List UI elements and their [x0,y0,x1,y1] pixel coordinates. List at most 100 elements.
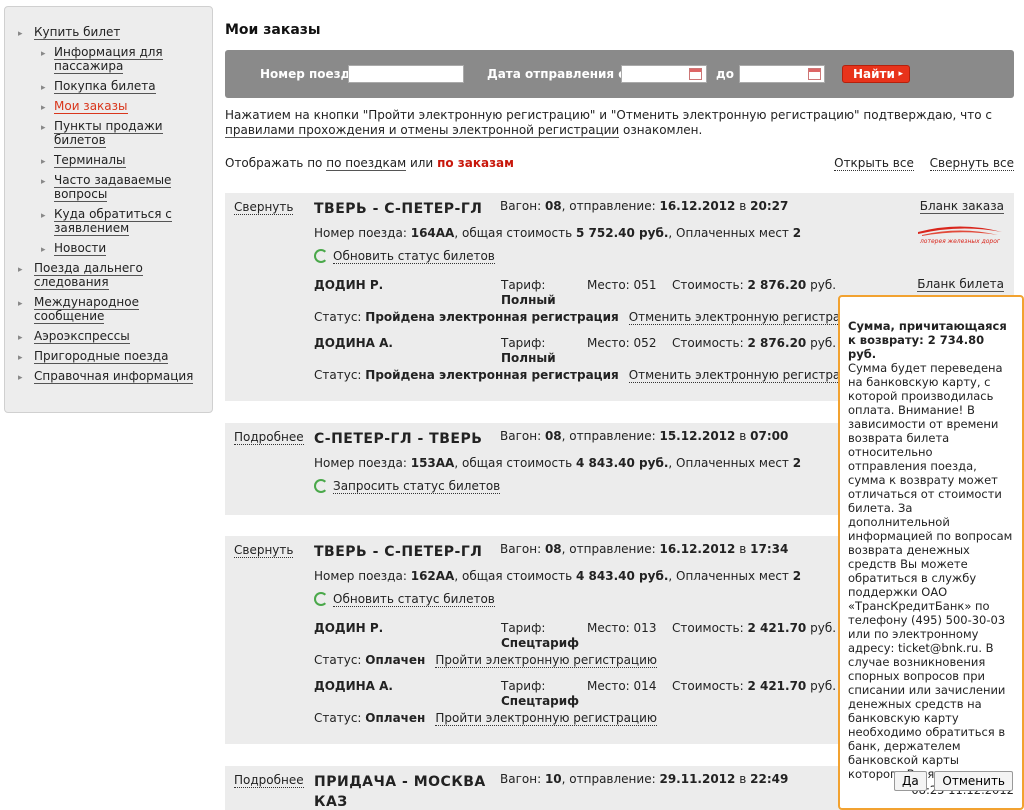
sidebar-item-international[interactable]: ▸ Международное сообщение [5,295,212,324]
filter-by-trips-link[interactable]: по поездкам [326,156,407,171]
cost-label: Стоимость: [672,679,744,693]
chevron-right-icon: ▸ [18,333,23,343]
yes-button[interactable]: Да [894,771,927,791]
departure-label: , отправление: [561,542,656,556]
cancel-registration-link[interactable]: Отменить электронную регистрацию [628,368,867,383]
expand-toggle[interactable]: Подробнее [234,773,304,788]
sidebar-nav: ▸ Купить билет ▸ Информация для пассажира… [4,6,213,413]
train-number-label: Номер поезда: [314,226,407,240]
train-number-input[interactable] [348,65,464,83]
seat-value: 052 [633,336,657,350]
sidebar-subitem-complaints[interactable]: ▸ Куда обратиться с заявлением [5,207,205,236]
departure-time: 07:00 [750,429,789,443]
calendar-icon[interactable] [689,68,702,80]
order-wagon-info: Вагон: 08, отправление: 15.12.2012 в 07:… [500,429,788,443]
status-value: Пройдена электронная регистрация [365,368,619,382]
status-label: Статус: [314,368,362,382]
tariff-info: Тариф: Полный [501,278,556,308]
notice-text: Нажатием на кнопки "Пройти электронную р… [225,108,992,122]
order-wagon-info: Вагон: 10, отправление: 29.11.2012 в 22:… [500,772,788,786]
paid-seats-value: 2 [792,569,802,583]
sidebar-item-label: Международное сообщение [34,295,139,324]
collapse-toggle[interactable]: Свернуть [234,543,294,558]
calendar-icon[interactable] [808,68,821,80]
refresh-status-button[interactable]: Обновить статус билетов [314,249,495,264]
rules-link[interactable]: правилами прохождения и отмены электронн… [225,123,620,138]
seat-value: 013 [633,621,657,635]
cancel-registration-link[interactable]: Отменить электронную регистрацию [628,310,867,325]
chevron-right-icon: ▸ [18,29,23,39]
wagon-label: Вагон: [500,199,542,213]
status-value: Оплачен [365,711,426,725]
sidebar-item-buy-ticket[interactable]: ▸ Купить билет [5,25,212,40]
cost-value: 2 876.20 [747,278,807,292]
passenger-name: ДОДИНА А. [314,336,393,350]
find-button[interactable]: Найти ▸ [842,65,910,83]
logo-text: лотерея железных дорог [919,238,1001,245]
train-line: Номер поезда: 162АА, общая стоимость 4 8… [314,569,801,583]
passenger-name: ДОДИНА А. [314,679,393,693]
refresh-status-button[interactable]: Обновить статус билетов [314,592,495,607]
sidebar-item-suburban[interactable]: ▸ Пригородные поезда [5,349,212,364]
refund-amount-heading: Сумма, причитающаяся к возврату: 2 734.8… [848,319,1007,361]
cancel-button[interactable]: Отменить [934,771,1013,791]
wagon-label: Вагон: [500,542,542,556]
sidebar-subitem-sale-points[interactable]: ▸ Пункты продажи билетов [5,119,205,148]
chevron-right-icon: ▸ [41,83,46,93]
sidebar-subitem-label: Пункты продажи билетов [54,119,163,148]
chevron-right-icon: ▸ [41,157,46,167]
open-all-link[interactable]: Открыть все [834,156,914,171]
sidebar-subitem-faq[interactable]: ▸ Часто задаваемые вопросы [5,173,205,202]
chevron-right-icon: ▸ [18,265,23,275]
sidebar-subitem-my-orders[interactable]: ▸ Мои заказы [5,99,205,114]
dialog-buttons: Да Отменить [890,771,1013,791]
cost-label: Стоимость: [672,336,744,350]
sidebar-item-long-distance[interactable]: ▸ Поезда дальнего следования [5,261,212,290]
chevron-right-icon: ▸ [41,177,46,187]
collapse-toggle[interactable]: Свернуть [234,200,294,215]
collapse-all-link[interactable]: Свернуть все [929,156,1014,171]
sidebar-subitem-passenger-info[interactable]: ▸ Информация для пассажира [5,45,205,74]
sidebar-subitem-ticket-purchase[interactable]: ▸ Покупка билета [5,79,205,94]
status-label: Статус: [314,653,362,667]
refresh-icon [314,249,328,263]
sidebar-item-label: Справочная информация [34,369,194,384]
wagon-label: Вагон: [500,429,542,443]
tariff-label: Тариф: [501,621,546,635]
at-label: в [739,199,747,213]
status-label: Статус: [314,310,362,324]
seat-info: Место: 051 [587,278,656,292]
cost-info: Стоимость: 2 421.70 руб. [672,621,836,635]
ticket-form-link[interactable]: Бланк билета [917,277,1004,292]
total-label: , общая стоимость [454,569,573,583]
refund-info-text: Сумма будет переведена на банковскую кар… [848,361,1013,781]
register-link[interactable]: Пройти электронную регистрацию [435,711,658,726]
seat-info: Место: 052 [587,336,656,350]
train-line: Номер поезда: 164АА, общая стоимость 5 7… [314,226,801,240]
date-to-label: до [716,67,734,81]
railway-lottery-logo: лотерея железных дорог [918,226,1002,245]
refresh-status-label: Обновить статус билетов [333,249,495,264]
wagon-label: Вагон: [500,772,542,786]
expand-toggle[interactable]: Подробнее [234,430,304,445]
seat-label: Место: [587,278,630,292]
total-value: 5 752.40 руб. [576,226,669,240]
filter-by-orders-active[interactable]: по заказам [437,156,514,170]
train-number-value: 164АА [410,226,455,240]
refresh-icon [314,592,328,606]
order-form-link[interactable]: Бланк заказа [919,199,1004,214]
departure-date: 29.11.2012 [659,772,736,786]
cost-info: Стоимость: 2 876.20 руб. [672,278,836,292]
sidebar-subitem-news[interactable]: ▸ Новости [5,241,205,256]
paid-seats-label: , Оплаченных мест [668,456,789,470]
sidebar-item-help[interactable]: ▸ Справочная информация [5,369,212,384]
sidebar-subitem-terminals[interactable]: ▸ Терминалы [5,153,205,168]
currency-label: руб. [810,621,837,635]
cost-value: 2 876.20 [747,336,807,350]
currency-label: руб. [810,278,837,292]
passenger-name: ДОДИН Р. [314,278,384,292]
register-link[interactable]: Пройти электронную регистрацию [435,653,658,668]
order-route: С-ПЕТЕР-ГЛ - ТВЕРЬ [314,431,483,447]
sidebar-item-aeroexpress[interactable]: ▸ Аэроэкспрессы [5,329,212,344]
request-status-button[interactable]: Запросить статус билетов [314,479,501,494]
